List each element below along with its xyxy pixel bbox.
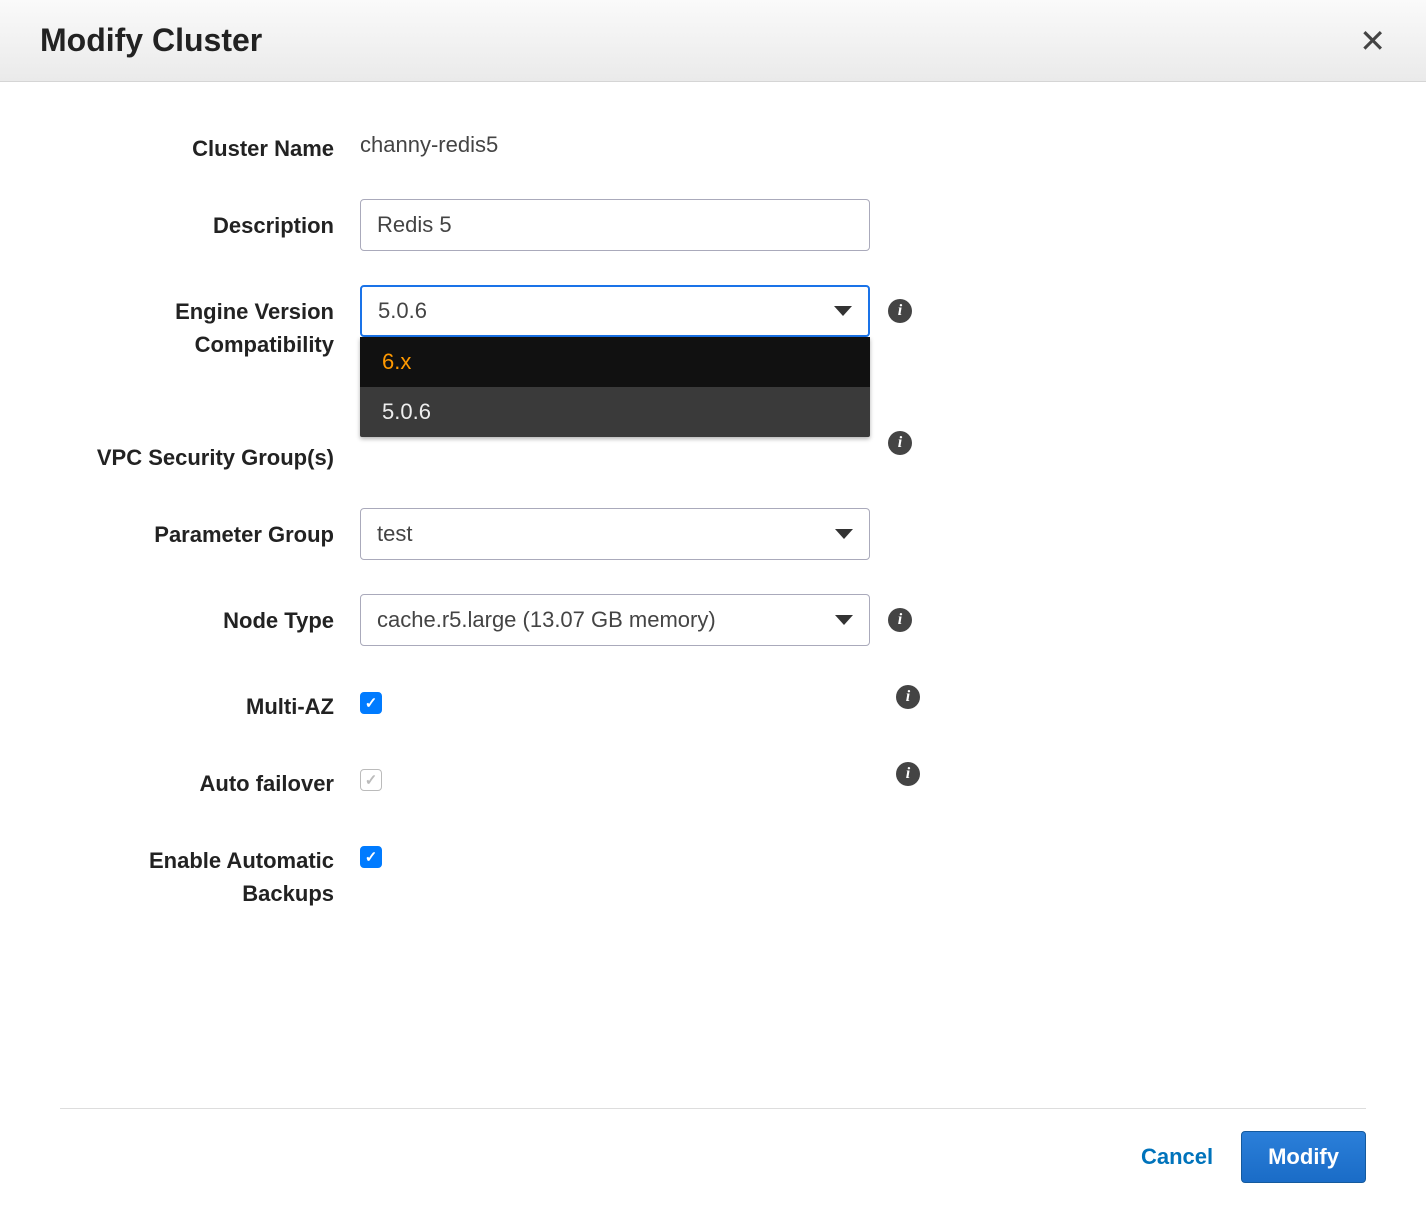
label-multi-az: Multi-AZ — [60, 680, 360, 723]
label-node-type: Node Type — [60, 594, 360, 637]
row-description: Description — [60, 199, 1366, 251]
modal-title: Modify Cluster — [40, 22, 262, 59]
select-parameter-group[interactable]: test — [360, 508, 870, 560]
row-node-type: Node Type cache.r5.large (13.07 GB memor… — [60, 594, 1366, 646]
checkbox-auto-failover — [360, 769, 382, 791]
caret-down-icon — [835, 615, 853, 625]
close-icon[interactable]: ✕ — [1359, 25, 1386, 57]
row-engine-version: Engine Version Compatibility 5.0.6 6.x 5… — [60, 285, 1366, 361]
dropdown-engine-version: 6.x 5.0.6 — [360, 337, 870, 437]
info-icon[interactable]: i — [896, 685, 920, 709]
row-multi-az: Multi-AZ i — [60, 680, 1366, 723]
label-vpc-security-groups: VPC Security Group(s) — [60, 431, 360, 474]
modal-footer: Cancel Modify — [60, 1108, 1366, 1213]
row-parameter-group: Parameter Group test — [60, 508, 1366, 560]
dropdown-option-506[interactable]: 5.0.6 — [360, 387, 870, 437]
row-enable-backups: Enable Automatic Backups i — [60, 834, 1366, 910]
select-engine-version-value: 5.0.6 — [378, 298, 427, 324]
info-icon[interactable]: i — [888, 299, 912, 323]
modal-body: Cluster Name channy-redis5 Description E… — [0, 82, 1426, 1108]
input-description[interactable] — [360, 199, 870, 251]
info-icon[interactable]: i — [888, 431, 912, 455]
row-cluster-name: Cluster Name channy-redis5 — [60, 122, 1366, 165]
modify-button[interactable]: Modify — [1241, 1131, 1366, 1183]
label-enable-backups: Enable Automatic Backups — [60, 834, 360, 910]
dropdown-option-6x[interactable]: 6.x — [360, 337, 870, 387]
modal-header: Modify Cluster ✕ — [0, 0, 1426, 82]
label-description: Description — [60, 199, 360, 242]
caret-down-icon — [835, 529, 853, 539]
select-node-type-value: cache.r5.large (13.07 GB memory) — [377, 607, 716, 633]
info-icon[interactable]: i — [896, 762, 920, 786]
select-node-type[interactable]: cache.r5.large (13.07 GB memory) — [360, 594, 870, 646]
label-cluster-name: Cluster Name — [60, 122, 360, 165]
row-vpc-security-groups: VPC Security Group(s) i — [60, 431, 1366, 474]
value-cluster-name: channy-redis5 — [360, 122, 498, 158]
row-auto-failover: Auto failover i — [60, 757, 1366, 800]
select-parameter-group-value: test — [377, 521, 412, 547]
checkbox-enable-backups[interactable] — [360, 846, 382, 868]
modify-cluster-modal: Modify Cluster ✕ Cluster Name channy-red… — [0, 0, 1426, 1213]
cancel-button[interactable]: Cancel — [1141, 1144, 1213, 1170]
info-icon[interactable]: i — [888, 608, 912, 632]
caret-down-icon — [834, 306, 852, 316]
label-parameter-group: Parameter Group — [60, 508, 360, 551]
checkbox-multi-az[interactable] — [360, 692, 382, 714]
label-auto-failover: Auto failover — [60, 757, 360, 800]
select-engine-version[interactable]: 5.0.6 — [360, 285, 870, 337]
label-engine-version: Engine Version Compatibility — [60, 285, 360, 361]
